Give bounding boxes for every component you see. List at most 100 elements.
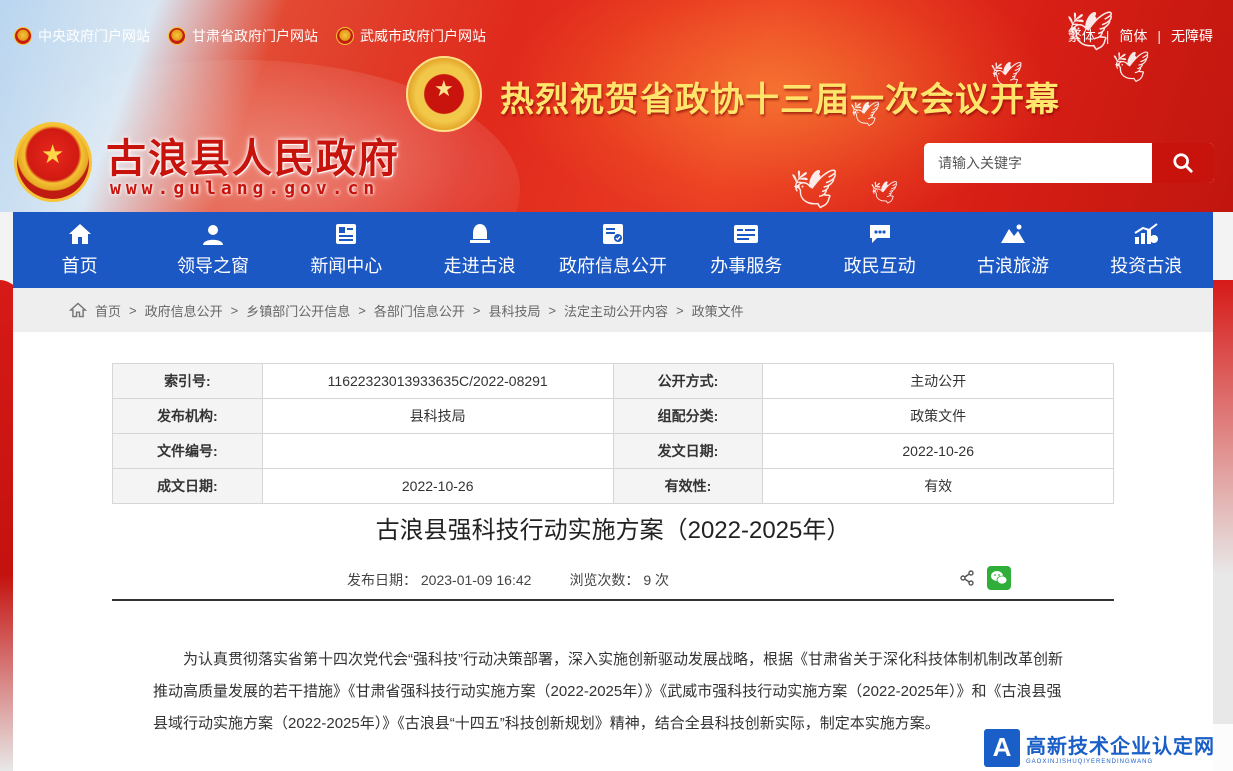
meta-key: 公开方式:: [612, 363, 764, 399]
meta-key: 发布机构:: [112, 398, 263, 434]
home-icon: [67, 222, 93, 246]
nav-item-about[interactable]: 走进古浪: [413, 212, 546, 288]
meta-value: 主动公开: [762, 363, 1114, 399]
content-area: 首页 > 政府信息公开 > 乡镇部门公开信息 > 各部门信息公开 > 县科技局 …: [13, 288, 1213, 771]
separator: |: [1157, 28, 1161, 44]
home-icon[interactable]: [69, 302, 87, 318]
watermark-main-text: 高新技术企业认定网: [1026, 736, 1215, 758]
mountain-icon: [1000, 222, 1026, 246]
meta-key: 有效性:: [612, 468, 764, 504]
watermark-text: 高新技术企业认定网 GAOXINJISHUQIYERENDINGWANG: [1026, 730, 1215, 765]
dove-icon: 🕊: [1112, 51, 1151, 84]
banner-headline: 热烈祝贺省政协十三届一次会议开幕: [500, 80, 1060, 120]
table-row: 索引号: 11622323013933635C/2022-08291 公开方式:…: [112, 363, 1114, 399]
table-row: 文件编号: 发文日期: 2022-10-26: [112, 433, 1114, 469]
main-nav: 首页 领导之窗 新闻中心 走进古浪 政府信息公开 办事服务 政民互动 古浪旅游 …: [13, 212, 1213, 288]
wechat-icon: [991, 571, 1008, 585]
nav-item-services[interactable]: 办事服务: [680, 212, 813, 288]
meta-value: 11622323013933635C/2022-08291: [261, 363, 614, 399]
meta-value: 有效: [762, 468, 1114, 504]
breadcrumb-separator: >: [230, 302, 239, 318]
watermark: A 高新技术企业认定网 GAOXINJISHUQIYERENDINGWANG: [984, 724, 1233, 771]
accessibility-link[interactable]: 无障碍: [1171, 26, 1213, 46]
publish-date-label: 发布日期：: [347, 572, 417, 588]
background-decoration-right: [1213, 280, 1233, 771]
national-emblem-icon: [168, 27, 186, 45]
person-icon: [200, 222, 226, 246]
header-banner: 中央政府门户网站 甘肃省政府门户网站 武威市政府门户网站 繁体 | 简体 | 无…: [0, 0, 1233, 212]
nav-item-gov-info[interactable]: 政府信息公开: [546, 212, 679, 288]
wechat-share-button[interactable]: [987, 566, 1011, 590]
nav-label: 政府信息公开: [558, 256, 667, 276]
top-links: 中央政府门户网站 甘肃省政府门户网站 武威市政府门户网站: [14, 26, 486, 46]
meta-value: 2022-10-26: [261, 468, 614, 504]
bell-icon: [467, 222, 493, 246]
view-count: 9 次: [643, 572, 670, 588]
divider: [112, 599, 1114, 601]
national-emblem-logo: [14, 122, 92, 202]
nav-label: 办事服务: [710, 256, 783, 276]
nav-item-interaction[interactable]: 政民互动: [813, 212, 946, 288]
nav-label: 领导之窗: [176, 256, 249, 276]
nav-item-investment[interactable]: 投资古浪: [1080, 212, 1213, 288]
document-icon: [600, 222, 626, 246]
meta-value: [261, 433, 614, 469]
national-emblem-icon: [14, 27, 32, 45]
watermark-sub-text: GAOXINJISHUQIYERENDINGWANG: [1026, 759, 1154, 765]
breadcrumb-item[interactable]: 政策文件: [692, 301, 744, 320]
search-button[interactable]: [1152, 143, 1214, 183]
publish-date-wrap: 发布日期： 2023-01-09 16:42: [347, 570, 531, 590]
nav-item-tourism[interactable]: 古浪旅游: [946, 212, 1079, 288]
search-input[interactable]: [924, 143, 1152, 183]
nav-item-news[interactable]: 新闻中心: [280, 212, 413, 288]
nav-item-home[interactable]: 首页: [13, 212, 146, 288]
chart-icon: [1133, 222, 1159, 246]
meta-key: 成文日期:: [112, 468, 263, 504]
site-url: www.gulang.gov.cn: [110, 178, 380, 199]
meta-value: 政策文件: [762, 398, 1114, 434]
view-count-label: 浏览次数：: [569, 572, 640, 588]
top-link-wuwei-gov[interactable]: 武威市政府门户网站: [336, 26, 486, 46]
breadcrumb-item[interactable]: 法定主动公开内容: [564, 301, 668, 320]
nav-label: 古浪旅游: [976, 256, 1049, 276]
breadcrumb-item[interactable]: 县科技局: [488, 301, 540, 320]
meta-key: 发文日期:: [612, 433, 764, 469]
top-link-gansu-gov[interactable]: 甘肃省政府门户网站: [168, 26, 318, 46]
view-count-wrap: 浏览次数： 9 次: [569, 570, 669, 590]
breadcrumb-separator: >: [472, 302, 481, 318]
meta-key: 索引号:: [112, 363, 263, 399]
document-meta-table: 索引号: 11622323013933635C/2022-08291 公开方式:…: [112, 363, 1114, 504]
cppcc-emblem-logo: [406, 56, 482, 132]
card-icon: [733, 222, 759, 246]
breadcrumb-item[interactable]: 各部门信息公开: [374, 301, 465, 320]
breadcrumb-separator: >: [129, 302, 137, 318]
meta-key: 文件编号:: [112, 433, 263, 469]
dove-icon: 🕊: [1066, 11, 1115, 53]
share-icon[interactable]: [959, 570, 975, 586]
breadcrumb-item[interactable]: 首页: [95, 301, 121, 320]
table-row: 发布机构: 县科技局 组配分类: 政策文件: [112, 398, 1114, 434]
breadcrumb: 首页 > 政府信息公开 > 乡镇部门公开信息 > 各部门信息公开 > 县科技局 …: [13, 288, 1213, 332]
meta-key: 组配分类:: [612, 398, 764, 434]
search-box: [924, 143, 1214, 183]
nav-label: 新闻中心: [310, 256, 383, 276]
breadcrumb-item[interactable]: 政府信息公开: [145, 301, 223, 320]
nav-label: 政民互动: [843, 256, 916, 276]
meta-value: 县科技局: [261, 398, 614, 434]
simplified-chinese-link[interactable]: 简体: [1119, 26, 1147, 46]
nav-label: 首页: [61, 256, 98, 276]
breadcrumb-item[interactable]: 乡镇部门公开信息: [246, 301, 350, 320]
dove-icon: 🕊: [790, 169, 839, 211]
article-body: 为认真贯彻落实省第十四次党代会“强科技”行动决策部署，深入实施创新驱动发展战略，…: [153, 651, 1063, 732]
article-title: 古浪县强科技行动实施方案（2022-2025年）: [375, 517, 851, 544]
meta-value: 2022-10-26: [762, 433, 1114, 469]
article-meta: 发布日期： 2023-01-09 16:42 浏览次数： 9 次: [347, 570, 669, 590]
nav-item-leaders[interactable]: 领导之窗: [146, 212, 279, 288]
breadcrumb-separator: >: [548, 302, 557, 318]
top-link-central-gov[interactable]: 中央政府门户网站: [14, 26, 150, 46]
site-title[interactable]: 古浪县人民政府: [106, 126, 400, 184]
table-row: 成文日期: 2022-10-26 有效性: 有效: [112, 468, 1114, 504]
top-link-label: 甘肃省政府门户网站: [192, 28, 318, 44]
share-tools: [959, 566, 1011, 590]
breadcrumb-separator: >: [676, 302, 684, 318]
